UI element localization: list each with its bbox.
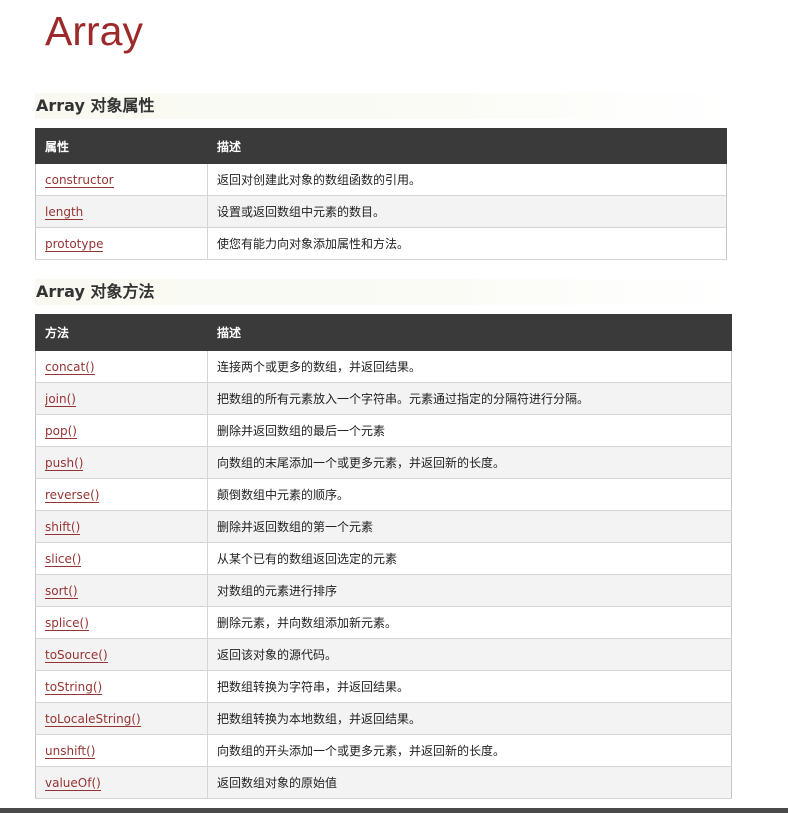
method-name-cell: push() [35, 446, 208, 479]
table-row: toSource() 返回该对象的源代码。 [35, 638, 732, 671]
method-name-cell: toSource() [35, 638, 208, 671]
method-description: 把数组转换为字符串，并返回结果。 [207, 670, 732, 703]
method-name-cell: pop() [35, 414, 208, 447]
property-description: 使您有能力向对象添加属性和方法。 [207, 227, 727, 260]
property-description: 返回对创建此对象的数组函数的引用。 [207, 163, 727, 196]
table-row: concat() 连接两个或更多的数组，并返回结果。 [35, 350, 732, 383]
method-link-reverse[interactable]: reverse() [45, 487, 100, 503]
property-link-length[interactable]: length [45, 204, 84, 220]
method-link-tolocalestring[interactable]: toLocaleString() [45, 711, 141, 727]
table-row: shift() 删除并返回数组的第一个元素 [35, 510, 732, 543]
method-link-tostring[interactable]: toString() [45, 679, 103, 695]
method-name-cell: concat() [35, 350, 208, 383]
property-link-constructor[interactable]: constructor [45, 172, 114, 188]
method-link-shift[interactable]: shift() [45, 519, 81, 535]
page-title: Array [45, 8, 143, 54]
table-row: valueOf() 返回数组对象的原始值 [35, 766, 732, 799]
column-header-method: 方法 [35, 314, 208, 351]
method-description: 删除并返回数组的最后一个元素 [207, 414, 732, 447]
method-description: 从某个已有的数组返回选定的元素 [207, 542, 732, 575]
method-link-push[interactable]: push() [45, 455, 84, 471]
bottom-divider-bar [0, 808, 788, 813]
method-description: 删除元素，并向数组添加新元素。 [207, 606, 732, 639]
table-header-row: 属性 描述 [35, 128, 727, 164]
method-description: 把数组转换为本地数组，并返回结果。 [207, 702, 732, 735]
method-description: 删除并返回数组的第一个元素 [207, 510, 732, 543]
table-row: toString() 把数组转换为字符串，并返回结果。 [35, 670, 732, 703]
table-row: push() 向数组的末尾添加一个或更多元素，并返回新的长度。 [35, 446, 732, 479]
method-link-splice[interactable]: splice() [45, 615, 89, 631]
method-name-cell: toString() [35, 670, 208, 703]
table-row: prototype 使您有能力向对象添加属性和方法。 [35, 227, 727, 260]
properties-section-heading: Array 对象属性 [35, 93, 731, 119]
column-header-description: 描述 [207, 314, 732, 351]
method-name-cell: unshift() [35, 734, 208, 767]
method-description: 向数组的末尾添加一个或更多元素，并返回新的长度。 [207, 446, 732, 479]
column-header-description: 描述 [207, 128, 727, 164]
method-description: 向数组的开头添加一个或更多元素，并返回新的长度。 [207, 734, 732, 767]
table-row: constructor 返回对创建此对象的数组函数的引用。 [35, 163, 727, 196]
table-row: reverse() 颠倒数组中元素的顺序。 [35, 478, 732, 511]
column-header-property: 属性 [35, 128, 208, 164]
table-row: unshift() 向数组的开头添加一个或更多元素，并返回新的长度。 [35, 734, 732, 767]
method-link-unshift[interactable]: unshift() [45, 743, 96, 759]
method-link-valueof[interactable]: valueOf() [45, 775, 101, 791]
property-description: 设置或返回数组中元素的数目。 [207, 195, 727, 228]
method-name-cell: shift() [35, 510, 208, 543]
method-description: 返回该对象的源代码。 [207, 638, 732, 671]
table-row: splice() 删除元素，并向数组添加新元素。 [35, 606, 732, 639]
method-link-tosource[interactable]: toSource() [45, 647, 108, 663]
method-description: 连接两个或更多的数组，并返回结果。 [207, 350, 732, 383]
method-name-cell: toLocaleString() [35, 702, 208, 735]
methods-section-heading: Array 对象方法 [35, 279, 734, 305]
table-row: toLocaleString() 把数组转换为本地数组，并返回结果。 [35, 702, 732, 735]
method-description: 返回数组对象的原始值 [207, 766, 732, 799]
table-row: slice() 从某个已有的数组返回选定的元素 [35, 542, 732, 575]
table-row: join() 把数组的所有元素放入一个字符串。元素通过指定的分隔符进行分隔。 [35, 382, 732, 415]
method-name-cell: join() [35, 382, 208, 415]
properties-table: 属性 描述 constructor 返回对创建此对象的数组函数的引用。 leng… [35, 128, 727, 260]
table-row: sort() 对数组的元素进行排序 [35, 574, 732, 607]
table-row: length 设置或返回数组中元素的数目。 [35, 195, 727, 228]
method-name-cell: sort() [35, 574, 208, 607]
method-link-slice[interactable]: slice() [45, 551, 82, 567]
method-description: 把数组的所有元素放入一个字符串。元素通过指定的分隔符进行分隔。 [207, 382, 732, 415]
method-link-pop[interactable]: pop() [45, 423, 77, 439]
method-name-cell: valueOf() [35, 766, 208, 799]
property-name-cell: constructor [35, 163, 208, 196]
method-name-cell: reverse() [35, 478, 208, 511]
property-name-cell: prototype [35, 227, 208, 260]
method-description: 对数组的元素进行排序 [207, 574, 732, 607]
property-link-prototype[interactable]: prototype [45, 236, 104, 252]
table-header-row: 方法 描述 [35, 314, 732, 351]
method-description: 颠倒数组中元素的顺序。 [207, 478, 732, 511]
method-link-concat[interactable]: concat() [45, 359, 95, 375]
method-name-cell: splice() [35, 606, 208, 639]
table-row: pop() 删除并返回数组的最后一个元素 [35, 414, 732, 447]
property-name-cell: length [35, 195, 208, 228]
methods-table: 方法 描述 concat() 连接两个或更多的数组，并返回结果。 join() … [35, 314, 732, 799]
method-link-sort[interactable]: sort() [45, 583, 78, 599]
method-link-join[interactable]: join() [45, 391, 76, 407]
method-name-cell: slice() [35, 542, 208, 575]
